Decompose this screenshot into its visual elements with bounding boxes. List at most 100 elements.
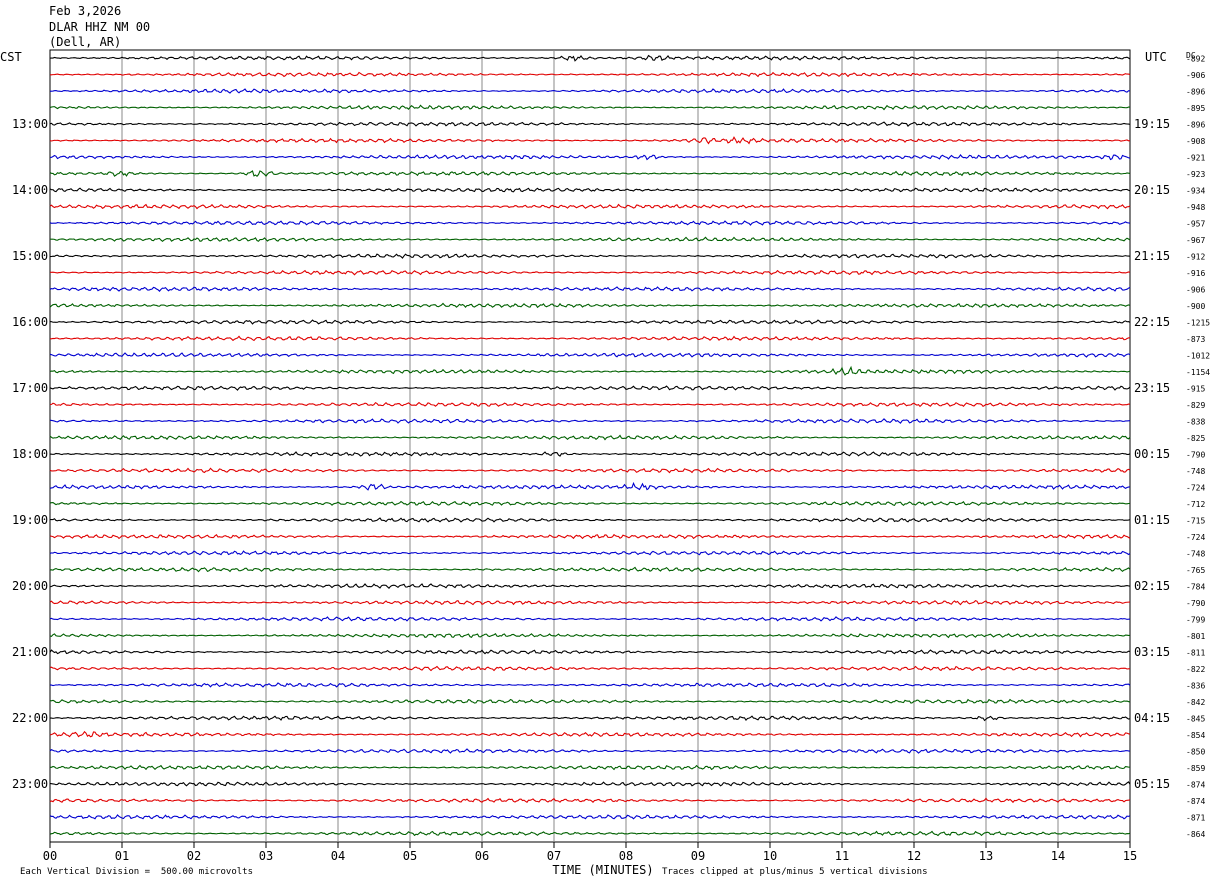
seismic-trace [49,748,1131,754]
dc-offset-label: -957 [1186,220,1205,229]
seismic-trace [49,451,1131,457]
seismic-trace [49,121,1131,127]
dc-offset-label: -948 [1186,203,1205,212]
x-tick-label: 02 [187,849,201,863]
seismic-trace [49,830,1131,837]
dc-offset-label: -748 [1186,467,1205,476]
x-tick-label: 13 [979,849,993,863]
x-tick-label: 07 [547,849,561,863]
dc-offset-label: -836 [1186,682,1205,691]
dc-offset-label: -790 [1186,599,1205,608]
dc-offset-label: -765 [1186,566,1205,575]
dc-offset-label: -801 [1186,632,1205,641]
seismic-trace [49,764,1131,771]
seismic-trace [49,665,1131,672]
cst-label: CST [0,50,22,64]
seismic-trace [49,814,1131,820]
dc-offset-label: -748 [1186,550,1205,559]
dc-offset-label: -874 [1186,781,1205,790]
cst-hour-label: 19:00 [12,513,48,527]
x-tick-label: 14 [1051,849,1065,863]
seismic-trace [49,533,1131,540]
seismic-trace [49,566,1131,573]
dc-offset-label: -895 [1186,104,1205,113]
seismic-trace [49,633,1131,639]
x-tick-label: 09 [691,849,705,863]
seismic-trace [49,352,1131,358]
dc-header-label: DC [1186,51,1196,60]
dc-offset-label: -825 [1186,434,1205,443]
seismic-trace [49,517,1131,523]
dc-offset-label: -842 [1186,698,1205,707]
seismic-trace [49,220,1131,226]
seismic-trace [49,286,1131,292]
dc-offset-label: -921 [1186,154,1205,163]
utc-hour-label: 22:15 [1134,315,1170,329]
dc-offset-label: -871 [1186,814,1205,823]
utc-label: UTC [1145,50,1167,64]
seismic-trace [49,104,1131,111]
seismic-trace [49,781,1131,787]
utc-hour-label: 03:15 [1134,645,1170,659]
seismic-trace [49,500,1131,507]
x-tick-label: 10 [763,849,777,863]
cst-hour-label: 17:00 [12,381,48,395]
dc-offset-label: -724 [1186,484,1205,493]
seismic-trace [49,302,1131,309]
seismic-trace [49,54,1131,62]
dc-offset-label: -854 [1186,731,1205,740]
dc-offset-label: -715 [1186,517,1205,526]
dc-offset-label: -822 [1186,665,1205,674]
utc-hour-label: 20:15 [1134,183,1170,197]
seismic-trace [49,434,1131,441]
cst-hour-label: 21:00 [12,645,48,659]
x-tick-label: 00 [43,849,57,863]
seismic-trace [49,550,1131,556]
x-tick-label: 11 [835,849,849,863]
dc-offset-label: -784 [1186,583,1205,592]
cst-hour-label: 15:00 [12,249,48,263]
cst-hour-label: 18:00 [12,447,48,461]
x-tick-label: 06 [475,849,489,863]
seismic-trace [49,187,1131,193]
cst-hour-label: 16:00 [12,315,48,329]
utc-hour-label: 02:15 [1134,579,1170,593]
dc-offset-label: -916 [1186,269,1205,278]
utc-hour-label: 21:15 [1134,249,1170,263]
seismic-trace [49,715,1131,722]
dc-offset-label: -859 [1186,764,1205,773]
cst-hour-label: 23:00 [12,777,48,791]
cst-hour-label: 22:00 [12,711,48,725]
dc-offset-label: -967 [1186,236,1205,245]
x-tick-label: 01 [115,849,129,863]
seismic-trace [49,418,1131,424]
seismic-trace [49,253,1131,259]
dc-offset-label: -712 [1186,500,1205,509]
seismic-trace [49,269,1131,276]
seismic-trace [49,583,1131,589]
dc-offset-label: -912 [1186,253,1205,262]
dc-offset-label: -896 [1186,88,1205,97]
x-tick-label: 12 [907,849,921,863]
dc-offset-label: -838 [1186,418,1205,427]
dc-offset-label: -829 [1186,401,1205,410]
dc-offset-label: -906 [1186,71,1205,80]
clip-note: Traces clipped at plus/minus 5 vertical … [662,867,928,877]
utc-hour-label: 05:15 [1134,777,1170,791]
dc-offset-label: -874 [1186,797,1205,806]
dc-offset-label: -850 [1186,748,1205,757]
seismic-trace [49,698,1131,704]
seismic-trace [49,797,1131,804]
utc-hour-label: 01:15 [1134,513,1170,527]
seismic-trace [49,682,1131,688]
dc-offset-label: -934 [1186,187,1205,196]
dc-offset-label: -799 [1186,616,1205,625]
seismic-trace [49,481,1131,491]
helicorder-plot: -892-906-896-895-896-908-921-923-934-948… [0,49,1210,877]
dc-offset-label: -724 [1186,533,1205,542]
seismic-trace [49,599,1131,606]
seismic-trace [49,236,1131,242]
seismic-trace [49,203,1131,210]
seismic-trace [49,385,1131,391]
plot-frame [49,49,1131,843]
